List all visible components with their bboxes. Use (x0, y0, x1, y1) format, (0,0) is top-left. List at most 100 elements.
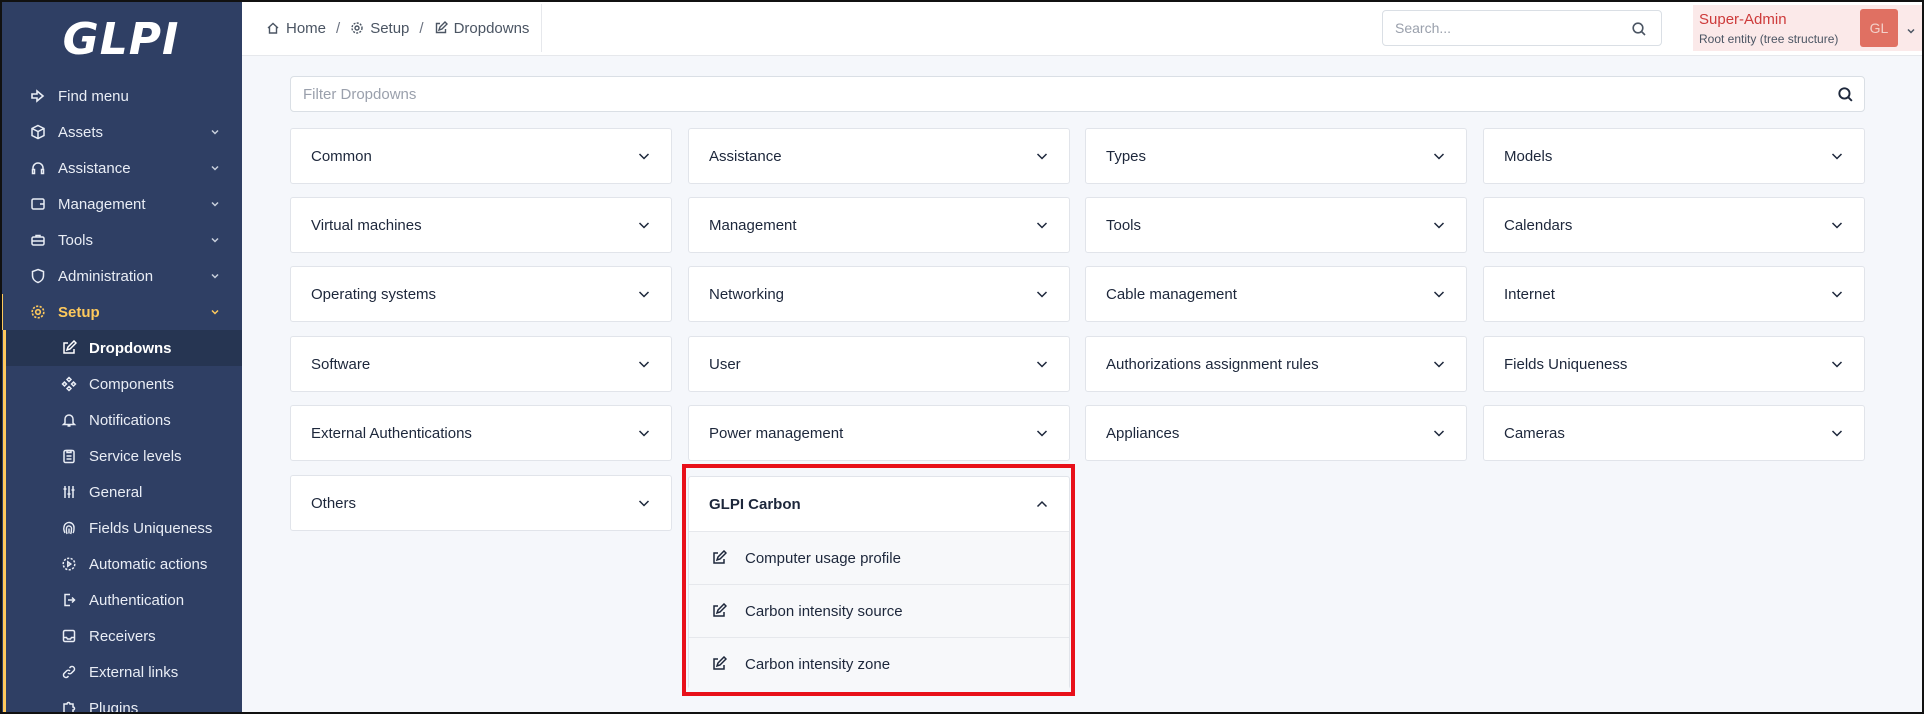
category-label: Virtual machines (311, 216, 422, 234)
breadcrumb-separator: / (336, 19, 341, 37)
category-label: Cameras (1504, 424, 1565, 442)
item-label: Computer usage profile (745, 549, 901, 567)
chevron-down-icon (210, 127, 220, 137)
glpi-carbon-item-computer-usage-profile[interactable]: Computer usage profile (689, 531, 1069, 584)
sidebar-item-label: Administration (58, 267, 154, 285)
sidebar-item-find-menu[interactable]: Find menu (0, 78, 242, 114)
sliders-icon (61, 484, 77, 500)
setup-submenu: Dropdowns Components Notifications Servi… (3, 330, 242, 714)
category-user[interactable]: User (688, 336, 1070, 392)
sidebar-item-setup[interactable]: Setup (0, 294, 242, 330)
category-software[interactable]: Software (290, 336, 672, 392)
shield-icon (30, 268, 46, 284)
chevron-down-icon (1035, 218, 1049, 232)
sidebar-item-assistance[interactable]: Assistance (0, 150, 242, 186)
chevron-down-icon (1432, 287, 1446, 301)
chevron-down-icon (210, 199, 220, 209)
sidebar-item-assets[interactable]: Assets (0, 114, 242, 150)
sidebar-item-label: Service levels (89, 447, 182, 465)
search-icon[interactable] (1631, 21, 1647, 37)
sidebar-subitem-components[interactable]: Components (6, 366, 242, 402)
category-management[interactable]: Management (688, 197, 1070, 253)
sidebar-item-label: Plugins (89, 699, 139, 714)
glpi-logo[interactable]: GLPI (0, 0, 242, 78)
sidebar-subitem-fields-uniqueness[interactable]: Fields Uniqueness (6, 510, 242, 546)
search-icon[interactable] (1837, 86, 1854, 103)
category-appliances[interactable]: Appliances (1085, 405, 1467, 461)
top-header: Home / Setup / Dropdowns Super-Admin Roo… (242, 0, 1924, 56)
briefcase-icon (30, 232, 46, 248)
avatar[interactable]: GL (1860, 9, 1898, 47)
sidebar-subitem-service-levels[interactable]: Service levels (6, 438, 242, 474)
category-networking[interactable]: Networking (688, 266, 1070, 322)
chevron-down-icon (210, 307, 220, 317)
sidebar-subitem-dropdowns[interactable]: Dropdowns (6, 330, 242, 366)
sidebar-item-label: Authentication (89, 591, 185, 609)
breadcrumb-setup[interactable]: Setup (350, 20, 409, 37)
search-input[interactable] (1383, 11, 1613, 45)
category-label: Fields Uniqueness (1504, 355, 1628, 373)
chevron-down-icon (637, 426, 651, 440)
glpi-carbon-item-carbon-intensity-source[interactable]: Carbon intensity source (689, 584, 1069, 637)
sidebar-item-label: Assistance (58, 159, 131, 177)
category-cable-management[interactable]: Cable management (1085, 266, 1467, 322)
chevron-down-icon (1906, 23, 1916, 34)
glpi-carbon-item-carbon-intensity-zone[interactable]: Carbon intensity zone (689, 637, 1069, 690)
chevron-down-icon (1432, 218, 1446, 232)
category-fields-uniqueness[interactable]: Fields Uniqueness (1483, 336, 1865, 392)
category-virtual-machines[interactable]: Virtual machines (290, 197, 672, 253)
item-label: Carbon intensity zone (745, 655, 891, 673)
category-authorizations-assignment-rules[interactable]: Authorizations assignment rules (1085, 336, 1467, 392)
sidebar-subitem-automatic-actions[interactable]: Automatic actions (6, 546, 242, 582)
category-models[interactable]: Models (1483, 128, 1865, 184)
breadcrumb: Home / Setup / Dropdowns (266, 0, 529, 56)
sidebar-item-label: Find menu (58, 87, 129, 105)
edit-icon (61, 340, 77, 356)
sidebar: GLPI Find menu Assets Assistance Managem… (0, 0, 242, 714)
chevron-down-icon (1830, 426, 1844, 440)
chevron-down-icon (1432, 357, 1446, 371)
sidebar-subitem-external-links[interactable]: External links (6, 654, 242, 690)
bell-icon (61, 412, 77, 428)
category-power-management[interactable]: Power management (688, 405, 1070, 461)
category-common[interactable]: Common (290, 128, 672, 184)
components-icon (61, 376, 77, 392)
sidebar-subitem-authentication[interactable]: Authentication (6, 582, 242, 618)
breadcrumb-home[interactable]: Home (266, 20, 326, 37)
sidebar-item-administration[interactable]: Administration (0, 258, 242, 294)
category-label: Appliances (1106, 424, 1180, 442)
edit-icon (711, 603, 727, 619)
category-internet[interactable]: Internet (1483, 266, 1865, 322)
sidebar-subitem-receivers[interactable]: Receivers (6, 618, 242, 654)
sidebar-item-tools[interactable]: Tools (0, 222, 242, 258)
chevron-down-icon (1432, 426, 1446, 440)
chevron-down-icon (637, 496, 651, 510)
filter-input[interactable] (291, 77, 1791, 111)
chevron-down-icon (210, 271, 220, 281)
category-assistance[interactable]: Assistance (688, 128, 1070, 184)
glpi-carbon-header[interactable]: GLPI Carbon (689, 477, 1069, 531)
category-label: Others (311, 494, 357, 512)
breadcrumb-dropdowns[interactable]: Dropdowns (434, 20, 529, 37)
category-tools[interactable]: Tools (1085, 197, 1467, 253)
sidebar-subitem-notifications[interactable]: Notifications (6, 402, 242, 438)
chevron-down-icon (1035, 149, 1049, 163)
sidebar-subitem-general[interactable]: General (6, 474, 242, 510)
category-external-authentications[interactable]: External Authentications (290, 405, 672, 461)
breadcrumb-divider (541, 4, 542, 52)
category-calendars[interactable]: Calendars (1483, 197, 1865, 253)
chevron-down-icon (1035, 287, 1049, 301)
gear-icon (350, 21, 364, 35)
category-cameras[interactable]: Cameras (1483, 405, 1865, 461)
user-menu[interactable]: Super-Admin Root entity (tree structure)… (1693, 5, 1924, 51)
category-operating-systems[interactable]: Operating systems (290, 266, 672, 322)
sidebar-subitem-plugins[interactable]: Plugins (6, 690, 242, 714)
edit-icon (711, 656, 727, 672)
sidebar-item-label: Notifications (89, 411, 171, 429)
arrow-right-icon (30, 88, 46, 104)
category-others[interactable]: Others (290, 475, 672, 531)
category-label: Tools (1106, 216, 1142, 234)
sidebar-item-management[interactable]: Management (0, 186, 242, 222)
category-types[interactable]: Types (1085, 128, 1467, 184)
category-label: Operating systems (311, 285, 437, 303)
